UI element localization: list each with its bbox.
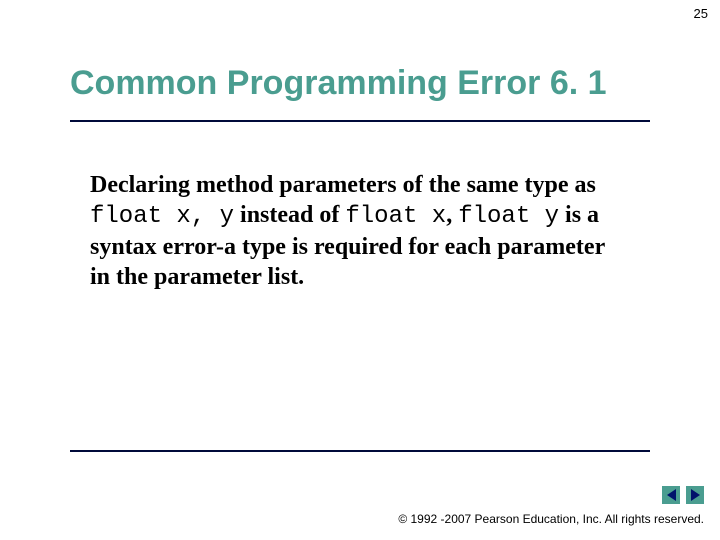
nav-buttons bbox=[662, 486, 704, 504]
prev-button[interactable] bbox=[662, 486, 680, 504]
code-frag-3: float y bbox=[458, 203, 559, 230]
body-frag-1: Declaring method parameters of the same … bbox=[90, 172, 596, 198]
code-frag-2: float x bbox=[345, 203, 446, 230]
body-frag-3: , bbox=[446, 202, 458, 228]
body-text: Declaring method parameters of the same … bbox=[90, 170, 630, 292]
slide-title: Common Programming Error 6. 1 bbox=[70, 64, 660, 103]
code-frag-1: float x, y bbox=[90, 203, 234, 230]
copyright-footer: © 1992 -2007 Pearson Education, Inc. All… bbox=[398, 512, 704, 526]
triangle-left-icon bbox=[667, 489, 676, 501]
slide: 25 Common Programming Error 6. 1 Declari… bbox=[0, 0, 720, 540]
triangle-right-icon bbox=[691, 489, 700, 501]
next-button[interactable] bbox=[686, 486, 704, 504]
page-number: 25 bbox=[694, 6, 708, 21]
body-frag-2: instead of bbox=[234, 202, 345, 228]
divider-bottom bbox=[70, 450, 650, 452]
divider-top bbox=[70, 120, 650, 122]
